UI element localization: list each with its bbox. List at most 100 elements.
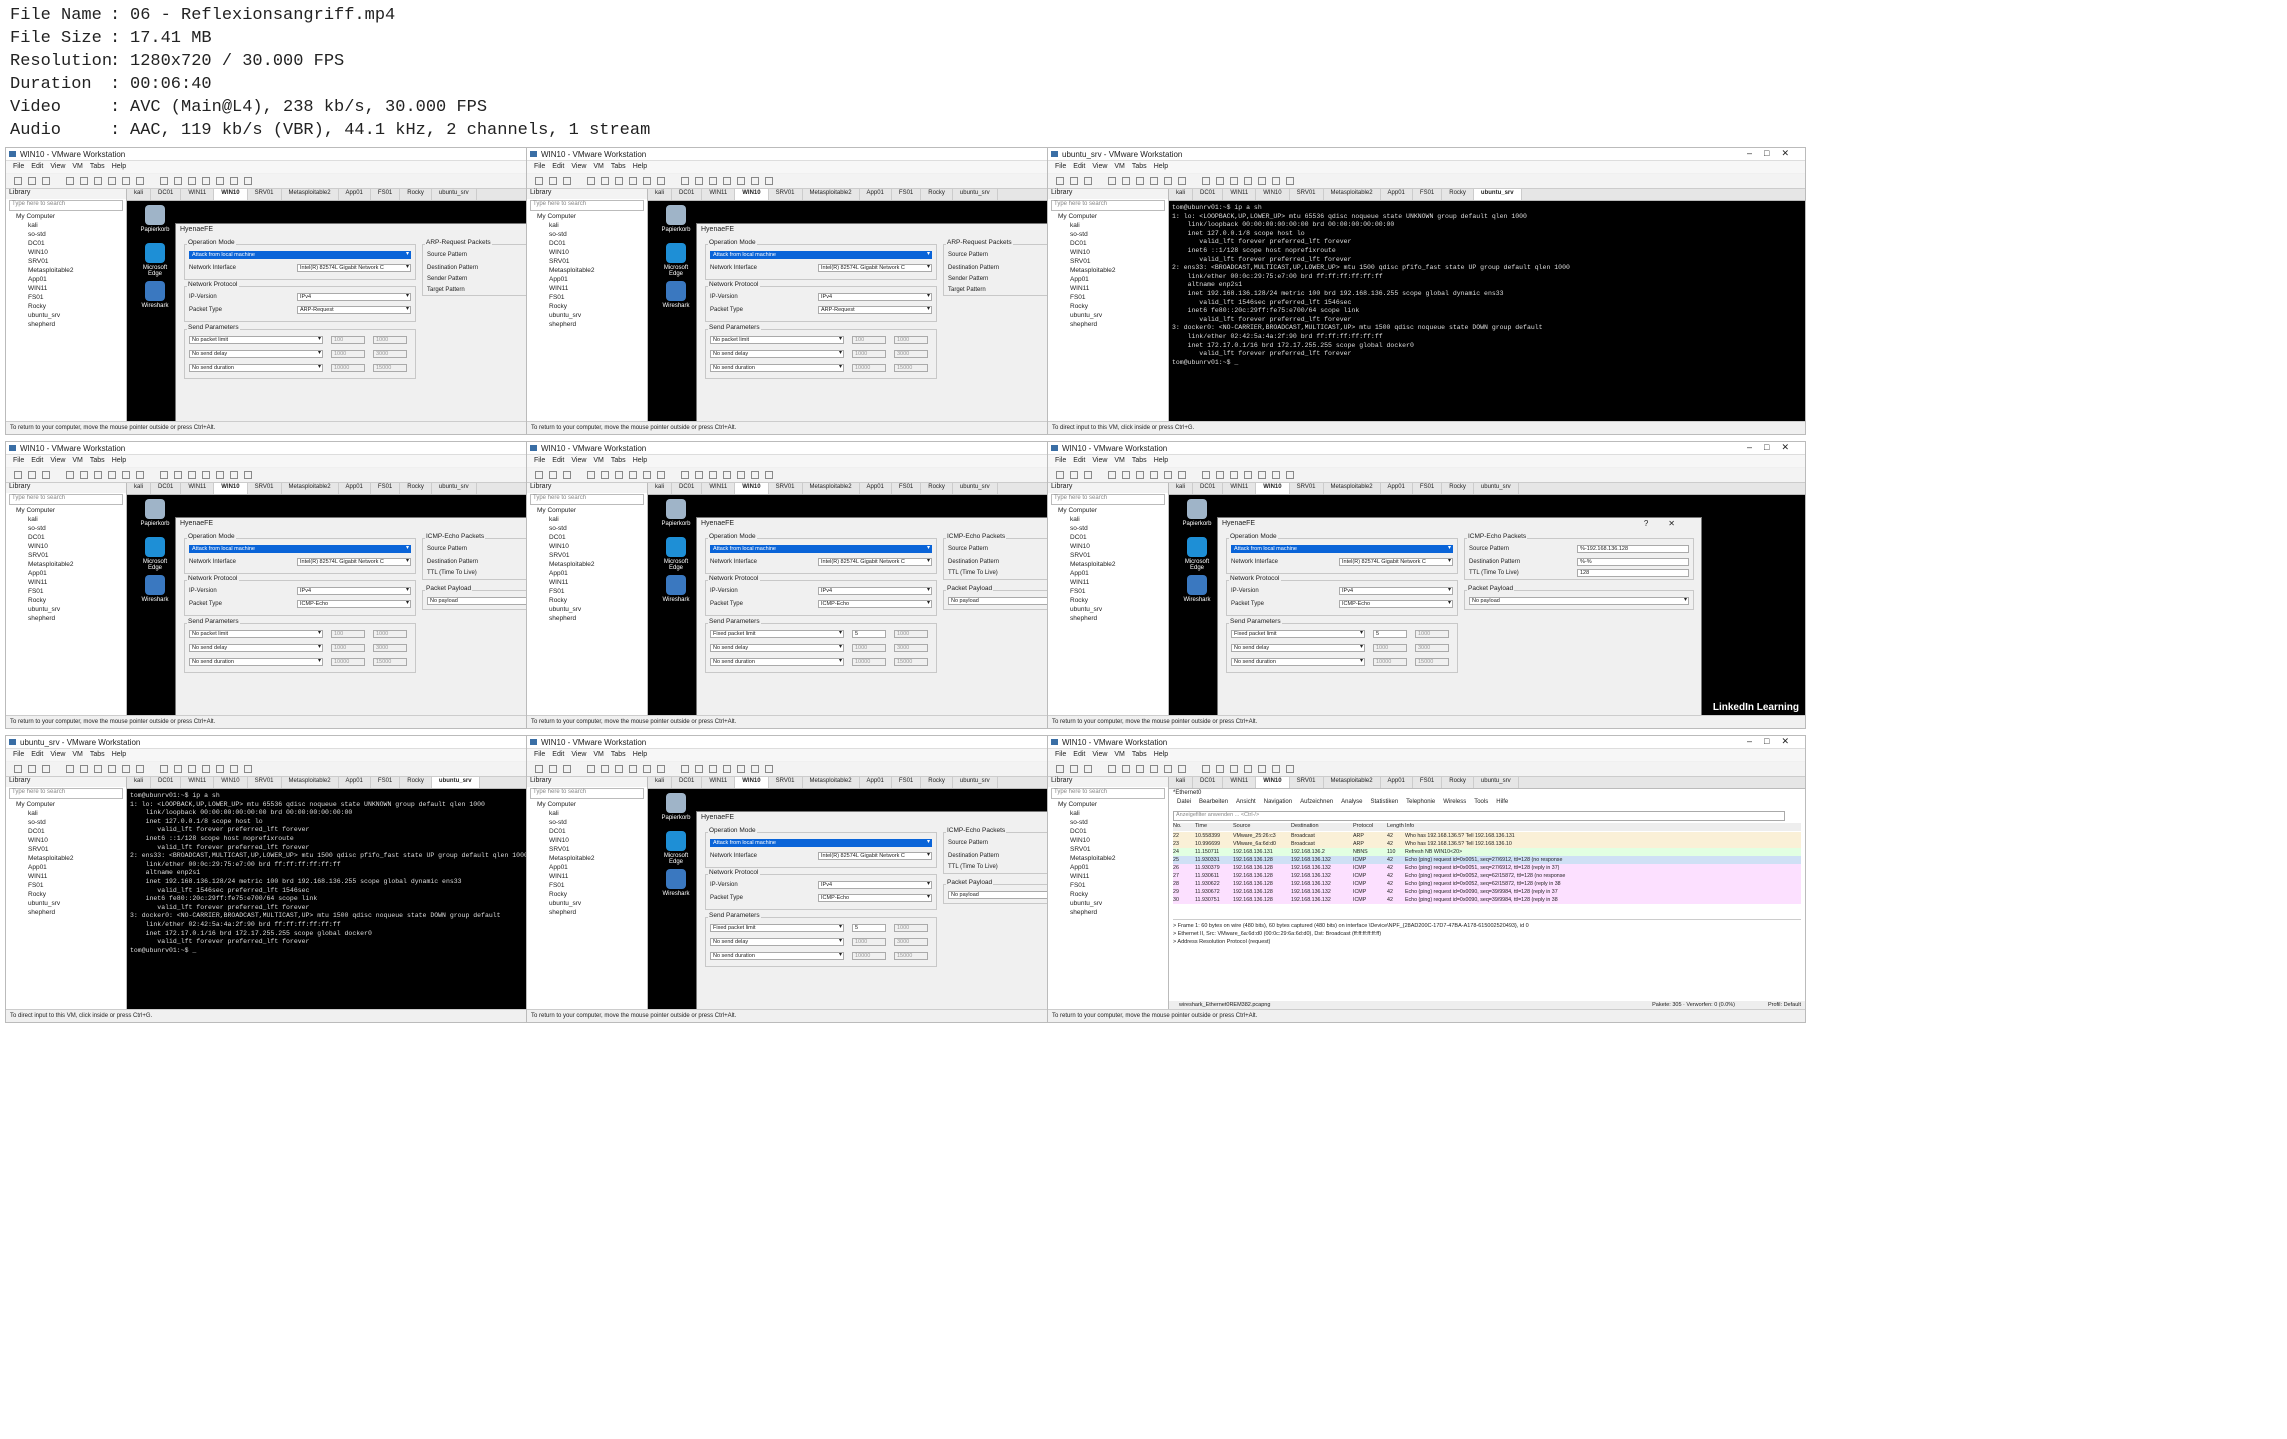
vm-tab[interactable]: Rocky [400,189,432,200]
vm-tab[interactable]: SRV01 [248,483,282,494]
toolbar-button[interactable] [1164,177,1172,185]
vm-tab[interactable]: kali [127,483,152,494]
library-item[interactable]: FS01 [1048,587,1168,596]
menu-item[interactable]: Help [633,457,647,464]
desktop-icon-recycle-bin[interactable]: Papierkorb [656,793,696,821]
library-item[interactable]: shepherd [527,320,647,329]
menu-item[interactable]: Tabs [1132,163,1147,170]
menu-item[interactable]: Tabs [90,751,105,758]
library-item[interactable]: so-std [6,230,126,239]
toolbar-button[interactable] [244,471,252,479]
menu-item[interactable]: File [13,751,24,758]
library-root[interactable]: My Computer [1048,212,1168,221]
send-duration-select[interactable]: No send duration [710,658,844,666]
menu-item[interactable]: VM [72,751,83,758]
library-item[interactable]: WIN11 [1048,872,1168,881]
menu-item[interactable]: Edit [552,457,564,464]
network-interface-select[interactable]: Intel(R) 82574L Gigabit Network C [818,264,932,272]
vm-tab[interactable]: FS01 [892,777,922,788]
toolbar-button[interactable] [1230,177,1238,185]
library-item[interactable]: App01 [1048,275,1168,284]
network-interface-select[interactable]: Intel(R) 82574L Gigabit Network C [297,558,411,566]
vm-tab[interactable]: ubuntu_srv [953,189,998,200]
library-search-input[interactable]: Type here to search [1051,200,1165,211]
library-item[interactable]: WIN11 [527,872,647,881]
toolbar-button[interactable] [1202,765,1210,773]
library-item[interactable]: Metasploitable2 [527,266,647,275]
vm-tab[interactable]: Rocky [921,483,953,494]
toolbar-button[interactable] [1230,471,1238,479]
library-item[interactable]: Rocky [1048,596,1168,605]
toolbar-button[interactable] [1258,471,1266,479]
send-delay-max[interactable]: 3000 [894,644,928,652]
wireshark-menu-item[interactable]: Hilfe [1496,799,1508,805]
library-item[interactable]: Rocky [6,596,126,605]
toolbar-button[interactable] [14,177,22,185]
vm-tab[interactable]: WIN11 [1223,483,1257,494]
vm-tab[interactable]: WIN10 [1256,189,1290,200]
packet-row[interactable]: 24 11.150711 192.168.136.131 192.168.136.2 N… [1173,848,1801,856]
toolbar-button[interactable] [751,471,759,479]
vm-tab[interactable]: DC01 [672,777,703,788]
toolbar-button[interactable] [695,177,703,185]
library-item[interactable]: ubuntu_srv [527,605,647,614]
column-header[interactable]: Time [1195,823,1207,829]
library-item[interactable]: App01 [1048,569,1168,578]
toolbar-button[interactable] [202,177,210,185]
library-item[interactable]: Metasploitable2 [6,560,126,569]
desktop-icon-wireshark[interactable]: Wireshark [1177,575,1217,603]
vm-tab[interactable]: Rocky [1442,483,1474,494]
toolbar-button[interactable] [1164,765,1172,773]
send-delay-select[interactable]: No send delay [710,644,844,652]
toolbar-button[interactable] [657,765,665,773]
library-item[interactable]: App01 [1048,863,1168,872]
library-item[interactable]: ubuntu_srv [6,311,126,320]
vm-tab[interactable]: SRV01 [1290,189,1324,200]
vm-tab[interactable]: WIN11 [1223,189,1257,200]
menu-item[interactable]: View [50,163,65,170]
vm-tab[interactable]: kali [1169,189,1194,200]
library-item[interactable]: shepherd [527,908,647,917]
menu-item[interactable]: Help [633,163,647,170]
desktop-icon-recycle-bin[interactable]: Papierkorb [135,205,175,233]
menu-item[interactable]: Help [1154,751,1168,758]
library-item[interactable]: so-std [527,230,647,239]
library-item[interactable]: DC01 [527,827,647,836]
vm-tab[interactable]: SRV01 [769,483,803,494]
send-duration-max[interactable]: 15000 [894,952,928,960]
library-item[interactable]: SRV01 [527,845,647,854]
library-item[interactable]: kali [6,515,126,524]
vm-tab[interactable]: Metasploitable2 [803,189,860,200]
toolbar-button[interactable] [1244,765,1252,773]
toolbar-button[interactable] [1056,177,1064,185]
packet-limit-min[interactable]: 100 [331,630,365,638]
vm-tab[interactable]: Metasploitable2 [1324,777,1381,788]
packet-row[interactable]: 23 10.996699 VMware_6a:6d:d0 Broadcast ARP 42… [1173,840,1801,848]
toolbar-button[interactable] [1136,765,1144,773]
vm-tab[interactable]: App01 [1381,777,1413,788]
library-search-input[interactable]: Type here to search [1051,494,1165,505]
send-delay-max[interactable]: 3000 [373,350,407,358]
library-item[interactable]: DC01 [527,239,647,248]
vm-tab[interactable]: App01 [339,189,371,200]
packet-type-select[interactable]: ICMP-Echo [818,600,932,608]
library-search-input[interactable]: Type here to search [530,788,644,799]
library-item[interactable]: DC01 [1048,239,1168,248]
toolbar-button[interactable] [587,765,595,773]
toolbar-button[interactable] [723,471,731,479]
toolbar-button[interactable] [535,177,543,185]
packet-type-select[interactable]: ICMP-Echo [1339,600,1453,608]
vm-tab[interactable]: WIN10 [735,777,769,788]
library-item[interactable]: App01 [527,275,647,284]
packet-limit-max[interactable]: 1000 [894,924,928,932]
toolbar-button[interactable] [28,765,36,773]
toolbar-button[interactable] [1230,765,1238,773]
toolbar-button[interactable] [563,765,571,773]
packet-limit-min[interactable]: 5 [852,630,886,638]
library-item[interactable]: FS01 [6,587,126,596]
toolbar-button[interactable] [657,177,665,185]
library-item[interactable]: DC01 [527,533,647,542]
menu-item[interactable]: Tabs [1132,457,1147,464]
vm-tab[interactable]: Rocky [400,483,432,494]
toolbar-button[interactable] [1178,765,1186,773]
